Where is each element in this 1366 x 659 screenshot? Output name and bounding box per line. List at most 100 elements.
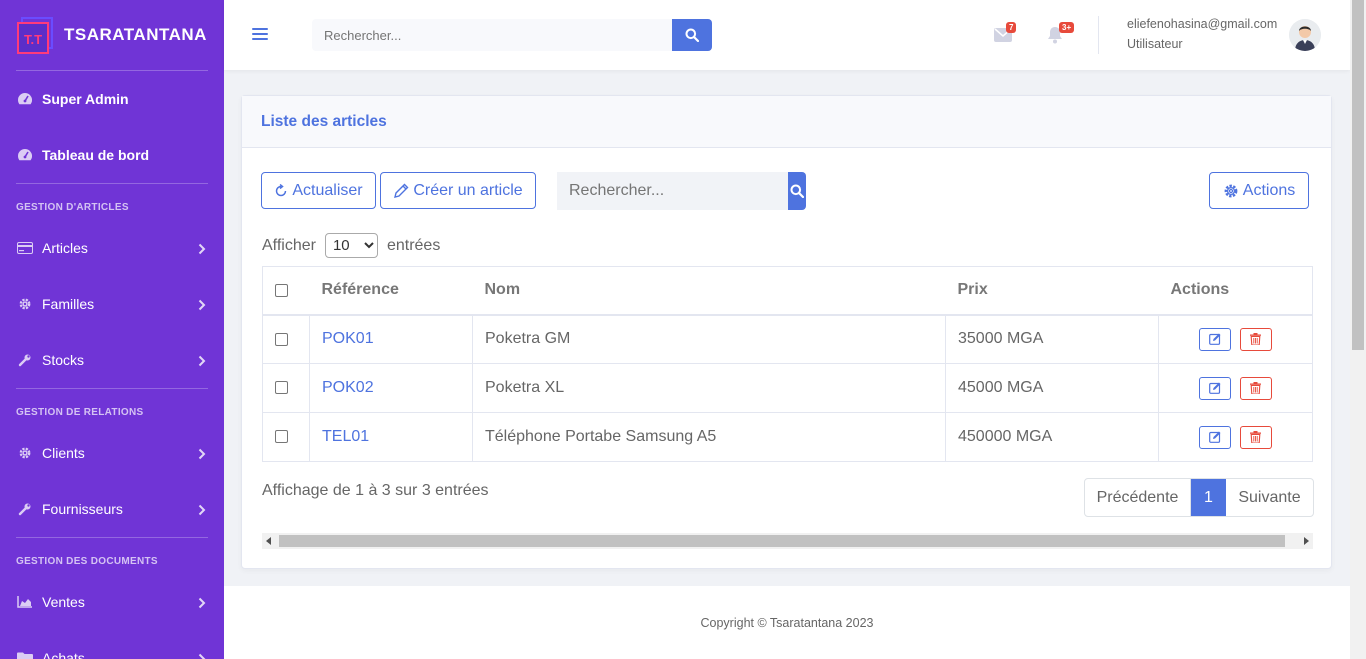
article-ref-link[interactable]: POK01 — [322, 330, 374, 347]
row-actions — [1158, 363, 1313, 413]
horizontal-scrollbar[interactable] — [262, 533, 1313, 549]
dashboard-icon — [16, 92, 34, 106]
wrench-icon — [16, 502, 34, 516]
gear-icon — [16, 446, 34, 460]
topbar-search-input[interactable] — [312, 19, 672, 51]
chevron-right-icon — [198, 652, 208, 659]
delete-button[interactable] — [1239, 425, 1272, 449]
column-header-price[interactable]: Prix — [945, 266, 1159, 316]
chevron-right-icon — [198, 298, 208, 311]
brand-logo-text: T.T — [24, 32, 42, 47]
pagination-page-current[interactable]: 1 — [1191, 479, 1226, 516]
messages-badge: 7 — [1006, 22, 1017, 33]
wrench-icon — [16, 353, 34, 367]
select-all-cell — [262, 266, 310, 316]
brand-name: TSARATANTANA — [64, 25, 207, 44]
row-checkbox[interactable] — [275, 381, 288, 395]
articles-card: Liste des articles Actualiser Créer un a… — [241, 95, 1332, 569]
edit-button[interactable] — [1199, 327, 1232, 351]
articles-table: Référence Nom Prix Actions POK01 Poketra… — [262, 266, 1313, 462]
sidebar-item-label: Tableau de bord — [42, 147, 150, 163]
folder-icon — [16, 651, 34, 659]
create-article-button[interactable]: Créer un article — [380, 172, 536, 209]
user-email[interactable]: eliefenohasina@gmail.com — [1127, 17, 1277, 31]
edit-icon — [1209, 333, 1221, 346]
sidebar: T.T TSARATANTANA Super Admin Tableau de … — [0, 0, 224, 659]
sidebar-item-super-admin[interactable]: Super Admin — [0, 71, 224, 127]
topbar-search — [312, 19, 712, 51]
chart-area-icon — [16, 595, 34, 609]
row-actions — [1158, 314, 1313, 364]
length-suffix: entrées — [386, 236, 441, 254]
sidebar-item-familles[interactable]: Familles — [0, 276, 224, 332]
page-length-control: Afficher 10 entrées — [262, 233, 440, 258]
select-all-checkbox[interactable] — [275, 283, 288, 297]
alerts-badge: 3+ — [1059, 22, 1075, 33]
card-search — [557, 172, 806, 210]
table-row: POK02 Poketra XL 45000 MGA — [262, 363, 1313, 413]
scrollbar-thumb[interactable] — [1352, 0, 1364, 350]
column-header-ref[interactable]: Référence — [309, 266, 473, 316]
table-header-row: Référence Nom Prix Actions — [262, 266, 1313, 316]
actions-label: Actions — [1242, 181, 1296, 199]
sidebar-item-label: Familles — [42, 296, 95, 312]
sidebar-item-dashboard[interactable]: Tableau de bord — [0, 127, 224, 183]
column-header-name[interactable]: Nom — [472, 266, 946, 316]
copyright-text: Copyright © Tsaratantana 2023 — [700, 616, 874, 630]
sidebar-item-ventes[interactable]: Ventes — [0, 574, 224, 630]
create-article-label: Créer un article — [413, 181, 523, 199]
scroll-left-arrow-icon[interactable] — [266, 537, 271, 545]
menu-toggle-icon[interactable] — [252, 28, 268, 42]
sidebar-item-articles[interactable]: Articles — [0, 220, 224, 276]
refresh-button[interactable]: Actualiser — [261, 172, 376, 209]
topbar-search-button[interactable] — [672, 19, 712, 51]
user-avatar-icon — [1289, 19, 1321, 51]
sidebar-item-label: Ventes — [42, 594, 85, 610]
row-select-cell — [262, 412, 310, 462]
chevron-right-icon — [198, 596, 208, 609]
dashboard-icon — [16, 148, 34, 162]
article-search-input[interactable] — [557, 172, 788, 210]
article-price: 35000 MGA — [945, 314, 1159, 364]
brand[interactable]: T.T TSARATANTANA — [0, 0, 224, 70]
edit-button[interactable] — [1199, 376, 1232, 400]
sidebar-item-label: Achats — [42, 650, 85, 659]
sidebar-item-label: Clients — [42, 445, 85, 461]
vertical-scrollbar[interactable] — [1350, 0, 1366, 659]
article-price: 450000 MGA — [945, 412, 1159, 462]
sidebar-item-achats[interactable]: Achats — [0, 630, 224, 659]
scrollbar-thumb[interactable] — [279, 535, 1285, 547]
article-search-button[interactable] — [788, 172, 806, 210]
row-checkbox[interactable] — [275, 332, 288, 346]
user-role[interactable]: Utilisateur — [1127, 37, 1183, 51]
pagination-previous[interactable]: Précédente — [1085, 479, 1191, 516]
chevron-right-icon — [198, 447, 208, 460]
article-ref-link[interactable]: TEL01 — [322, 428, 369, 445]
scroll-right-arrow-icon[interactable] — [1304, 537, 1309, 545]
delete-button[interactable] — [1239, 376, 1272, 400]
topbar-divider — [1098, 16, 1099, 54]
avatar[interactable] — [1289, 19, 1321, 51]
chevron-right-icon — [198, 242, 208, 255]
page-length-select[interactable]: 10 — [324, 233, 378, 258]
sidebar-item-label: Stocks — [42, 352, 85, 368]
sidebar-item-clients[interactable]: Clients — [0, 425, 224, 481]
alerts-button[interactable]: 3+ — [1047, 22, 1075, 46]
sidebar-heading: GESTION D'ARTICLES — [16, 202, 129, 213]
search-icon — [790, 184, 804, 198]
pencil-icon — [394, 183, 409, 198]
search-icon — [685, 28, 699, 42]
article-name: Poketra GM — [472, 314, 946, 364]
messages-button[interactable]: 7 — [994, 22, 1017, 46]
sidebar-item-stocks[interactable]: Stocks — [0, 332, 224, 388]
sidebar-item-fournisseurs[interactable]: Fournisseurs — [0, 481, 224, 537]
actions-button[interactable]: Actions — [1209, 172, 1309, 209]
article-ref-link[interactable]: POK02 — [322, 379, 374, 396]
edit-button[interactable] — [1199, 425, 1232, 449]
delete-button[interactable] — [1239, 327, 1272, 351]
topbar: 7 3+ eliefenohasina@gmail.com Utilisateu… — [224, 0, 1350, 70]
footer: Copyright © Tsaratantana 2023 — [224, 586, 1350, 659]
row-checkbox[interactable] — [275, 430, 288, 444]
pagination-next[interactable]: Suivante — [1226, 479, 1313, 516]
gear-icon — [16, 297, 34, 311]
